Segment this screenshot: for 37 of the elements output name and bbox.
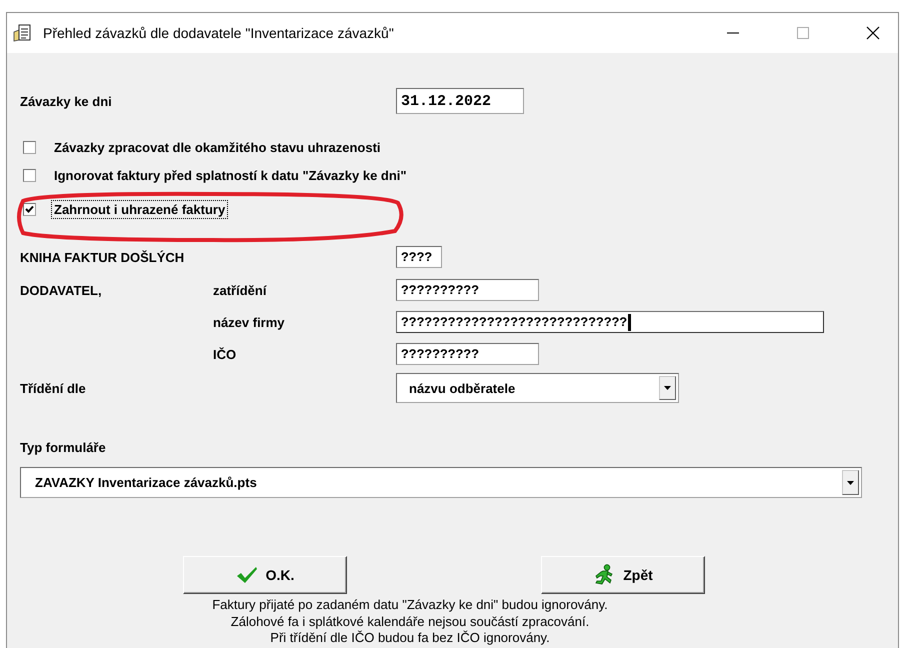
field-label: KNIHA FAKTUR DOŠLÝCH (20, 250, 184, 264)
minimize-icon (727, 32, 739, 34)
back-button[interactable]: Zpět (541, 556, 705, 594)
info-note: Při třídění dle IČO budou fa bez IČO ignorovány. (270, 630, 550, 646)
checkmark-icon (25, 204, 34, 214)
book-field[interactable]: ???? (396, 246, 442, 268)
checkbox-label: Ignorovat faktury před splatností k datu "Závazky ke dni" (53, 166, 408, 184)
field-label: název firmy (213, 314, 285, 330)
text-field[interactable]: ?????????? (396, 279, 539, 301)
info-note: Zálohové fa i splátkové kalendáře nejsou součástí zpracování. (230, 614, 590, 630)
field-label: IČO (213, 346, 236, 362)
close-icon (866, 26, 880, 40)
document-icon (13, 24, 33, 42)
text-field[interactable]: ?????????? (396, 343, 539, 365)
date-field[interactable]: 31.12.2022 (396, 88, 524, 114)
checkbox[interactable] (23, 202, 36, 216)
ok-button[interactable]: O.K. (183, 556, 347, 594)
maximize-icon (797, 27, 809, 39)
checkmark-icon (236, 566, 258, 584)
field-label: zatřídění (213, 282, 266, 298)
field-label: Typ formuláře (20, 440, 106, 454)
info-note: Faktury přijaté po zadaném datu "Závazky ke dni" budou ignorovány. (212, 597, 608, 614)
caret-icon (664, 386, 671, 390)
window-title: Přehled závazků dle dodavatele "Inventarizace závazků" (43, 25, 395, 41)
field-label: DODAVATEL, (20, 282, 102, 298)
checkbox[interactable] (23, 140, 36, 154)
text-cursor (628, 314, 632, 330)
sort-dropdown[interactable]: názvu odběratele (396, 373, 679, 403)
text-field[interactable]: ????????????????????????????? (396, 311, 824, 333)
field-label: Třídění dle (20, 380, 86, 396)
form-type-dropdown[interactable]: ZAVAZKY Inventarizace závazků.pts (20, 467, 862, 498)
caret-icon (847, 480, 854, 484)
running-figure-icon (593, 564, 616, 586)
field-label: Závazky ke dni (20, 94, 112, 108)
checkbox-label: Zahrnout i uhrazené faktury (51, 200, 228, 218)
checkbox[interactable] (23, 168, 36, 182)
checkbox-label: Závazky zpracovat dle okamžitého stavu uhrazenosti (53, 138, 382, 156)
